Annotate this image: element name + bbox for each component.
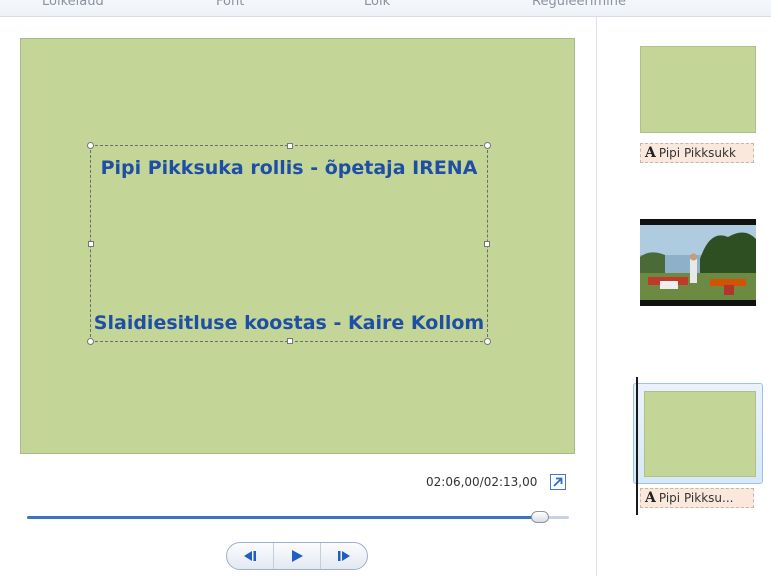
storyboard: A Pipi Pikksukk A Pipi Pikksu... <box>597 17 771 576</box>
ribbon-group-font: Font <box>216 0 245 9</box>
text-caption-icon: A <box>645 145 656 161</box>
resize-handle-bottom-left[interactable] <box>87 338 94 345</box>
resize-handle-bottom[interactable] <box>287 338 293 344</box>
storyboard-caption-1[interactable]: A Pipi Pikksukk <box>640 143 754 163</box>
video-thumbnail <box>640 219 756 306</box>
resize-handle-bottom-right[interactable] <box>484 338 491 345</box>
playback-controls <box>226 542 368 570</box>
play-button[interactable] <box>273 543 320 569</box>
next-frame-button[interactable] <box>320 543 367 569</box>
ribbon-group-clipboard: Lõikelaud <box>42 0 104 9</box>
text-caption-icon: A <box>645 490 656 506</box>
storyboard-clip-title-2[interactable] <box>644 391 756 477</box>
previous-frame-icon <box>244 551 256 561</box>
storyboard-caption-label: Pipi Pikksu... <box>658 491 734 505</box>
ribbon-group-paragraph: Lõik <box>364 0 391 9</box>
storyboard-playhead[interactable] <box>636 377 638 515</box>
resize-handle-left[interactable] <box>88 241 94 247</box>
fullscreen-button[interactable] <box>550 474 566 490</box>
storyboard-clip-video[interactable] <box>640 219 756 306</box>
resize-handle-top-left[interactable] <box>87 142 94 149</box>
seek-bar-thumb[interactable] <box>531 511 550 523</box>
play-icon <box>292 550 303 562</box>
ribbon-group-adjust: Reguleerimine <box>532 0 627 9</box>
storyboard-clip-title-1[interactable] <box>640 46 756 133</box>
time-readout: 02:06,00/02:13,00 <box>426 475 538 489</box>
caption-text-box[interactable]: Pipi Pikksuka rollis - õpetaja IRENA Sla… <box>87 142 491 345</box>
storyboard-caption-2[interactable]: A Pipi Pikksu... <box>640 488 754 508</box>
ribbon-group-labels: Lõikelaud Font Lõik Reguleerimine <box>0 0 771 17</box>
storyboard-caption-label: Pipi Pikksukk <box>658 146 736 160</box>
resize-handle-top[interactable] <box>287 143 293 149</box>
caption-line-2[interactable]: Slaidiesitluse koostas - Kaire Kollom <box>91 312 487 334</box>
caption-line-1[interactable]: Pipi Pikksuka rollis - õpetaja IRENA <box>91 157 487 179</box>
resize-handle-right[interactable] <box>484 241 490 247</box>
resize-handle-top-right[interactable] <box>484 142 491 149</box>
previous-frame-button[interactable] <box>227 543 273 569</box>
seek-bar[interactable] <box>27 511 569 523</box>
preview-pane: Pipi Pikksuka rollis - õpetaja IRENA Sla… <box>0 17 596 576</box>
seek-bar-progress <box>27 516 541 519</box>
fullscreen-icon <box>553 477 563 487</box>
preview-monitor[interactable]: Pipi Pikksuka rollis - õpetaja IRENA Sla… <box>20 38 575 454</box>
next-frame-icon <box>338 551 350 561</box>
